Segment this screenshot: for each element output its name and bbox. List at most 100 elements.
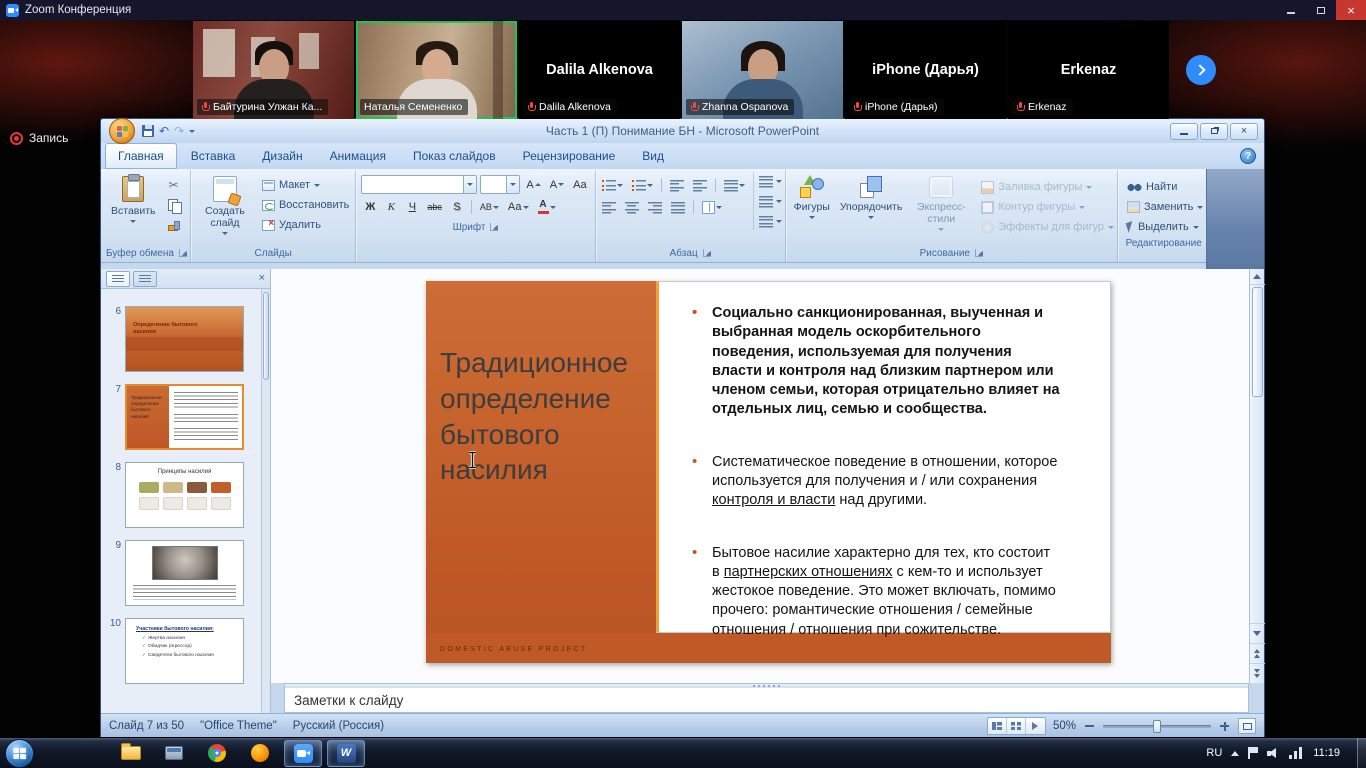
tab-outline[interactable]	[133, 271, 157, 287]
change-case-button[interactable]: Аа	[505, 198, 532, 216]
tab-view[interactable]: Вид	[629, 143, 677, 169]
zoom-slider-thumb[interactable]	[1153, 720, 1161, 733]
slide-sorter-button[interactable]	[1007, 718, 1026, 734]
reset-button[interactable]: Восстановить	[259, 196, 352, 214]
shape-effects-button[interactable]: Эффекты для фигур	[981, 218, 1114, 236]
character-spacing-button[interactable]: АВ	[477, 198, 502, 216]
select-button[interactable]: Выделить	[1124, 218, 1206, 236]
tab-design[interactable]: Дизайн	[249, 143, 315, 169]
cut-button[interactable]	[164, 176, 184, 194]
taskbar-zoom-active[interactable]	[284, 740, 322, 767]
participant-tile-active-speaker[interactable]: Наталья Семененко	[356, 21, 517, 119]
justify-button[interactable]	[668, 198, 688, 216]
undo-icon[interactable]: ↶	[159, 125, 169, 137]
volume-icon[interactable]	[1267, 747, 1280, 759]
align-left-button[interactable]	[599, 198, 619, 216]
thumbnail-slide-9[interactable]: 9	[105, 540, 256, 606]
network-icon[interactable]	[1289, 747, 1302, 759]
clear-formatting-button[interactable]: Аа	[570, 176, 590, 194]
help-icon[interactable]	[1240, 148, 1256, 164]
slideshow-button[interactable]	[1026, 718, 1045, 734]
scrollbar-thumb[interactable]	[1252, 287, 1263, 397]
arrange-button[interactable]: Упорядочить	[835, 172, 907, 221]
clock[interactable]: 11:19	[1313, 747, 1340, 759]
bullets-button[interactable]	[599, 176, 626, 194]
layout-button[interactable]: Макет	[259, 176, 352, 194]
line-spacing-button[interactable]	[721, 176, 748, 194]
close-panel-icon[interactable]: ×	[259, 273, 265, 284]
maximize-button[interactable]	[1306, 0, 1336, 20]
show-desktop-button[interactable]	[1357, 738, 1366, 768]
scrollbar-thumb[interactable]	[263, 292, 269, 380]
language-switcher[interactable]: RU	[1206, 747, 1222, 759]
grow-font-button[interactable]: А	[523, 176, 543, 194]
next-slide-button[interactable]	[1250, 663, 1265, 683]
fit-to-window-button[interactable]	[1238, 718, 1256, 734]
numbering-button[interactable]	[629, 176, 656, 194]
dialog-launcher-icon[interactable]	[179, 249, 187, 257]
close-button[interactable]: ×	[1230, 123, 1258, 140]
format-painter-button[interactable]	[164, 216, 184, 234]
font-size-select[interactable]	[480, 175, 520, 194]
tab-insert[interactable]: Вставка	[178, 143, 249, 169]
close-button[interactable]: ×	[1336, 0, 1366, 20]
taskbar-firefox[interactable]	[241, 740, 279, 767]
align-text-button[interactable]	[759, 192, 782, 210]
dialog-launcher-icon[interactable]	[975, 249, 983, 257]
shrink-font-button[interactable]: А	[547, 176, 567, 194]
text-direction-button[interactable]	[759, 172, 782, 190]
taskbar-word-active[interactable]: W	[327, 740, 365, 767]
office-button[interactable]	[109, 118, 135, 144]
replace-button[interactable]: Заменить	[1124, 198, 1206, 216]
align-center-button[interactable]	[622, 198, 642, 216]
action-center-icon[interactable]	[1248, 747, 1258, 759]
panel-scrollbar[interactable]	[261, 289, 270, 713]
notes-placeholder[interactable]: Заметки к слайду	[284, 688, 1249, 713]
participant-tile[interactable]: Dalila Alkenova Dalila Alkenova	[519, 21, 680, 119]
editor-scrollbar[interactable]	[1249, 269, 1264, 683]
taskbar-explorer[interactable]	[112, 740, 150, 767]
zoom-out-button[interactable]	[1083, 720, 1096, 733]
scroll-down-icon[interactable]	[1250, 623, 1265, 643]
minimize-button[interactable]	[1170, 123, 1198, 140]
language-indicator[interactable]: Русский (Россия)	[293, 720, 384, 732]
align-right-button[interactable]	[645, 198, 665, 216]
qat-dropdown-icon[interactable]	[189, 130, 195, 133]
participant-tile[interactable]: Байтурина Улжан Ка...	[193, 21, 354, 119]
taskbar-chrome[interactable]	[198, 740, 236, 767]
decrease-indent-button[interactable]	[667, 176, 687, 194]
participant-tile[interactable]: Zhanna Ospanova	[682, 21, 843, 119]
copy-button[interactable]	[164, 196, 184, 214]
scroll-up-icon[interactable]	[1250, 269, 1265, 285]
restore-button[interactable]	[1200, 123, 1228, 140]
shape-fill-button[interactable]: Заливка фигуры	[981, 178, 1114, 196]
tab-animation[interactable]: Анимация	[317, 143, 399, 169]
thumbnail-slide-8[interactable]: 8 Принципы насилия	[105, 462, 256, 528]
slide-content-placeholder[interactable]: Социально санкционированная, выученная и…	[656, 281, 1111, 633]
tab-review[interactable]: Рецензирование	[510, 143, 629, 169]
dialog-launcher-icon[interactable]	[490, 223, 498, 231]
new-slide-button[interactable]: Создать слайд	[194, 172, 256, 237]
tab-home[interactable]: Главная	[105, 143, 177, 169]
previous-slide-button[interactable]	[1250, 643, 1265, 663]
font-color-button[interactable]: А	[535, 198, 559, 216]
quick-styles-button[interactable]: Экспресс-стили	[907, 172, 975, 233]
convert-smartart-button[interactable]	[759, 212, 782, 230]
slide-canvas[interactable]: Социально санкционированная, выученная и…	[426, 281, 1111, 663]
participant-tile[interactable]: Erkenaz Erkenaz	[1008, 21, 1169, 119]
bold-button[interactable]: Ж	[361, 198, 379, 216]
zoom-slider[interactable]	[1103, 725, 1211, 728]
zoom-in-button[interactable]	[1218, 720, 1231, 733]
tab-slideshow[interactable]: Показ слайдов	[400, 143, 509, 169]
dialog-launcher-icon[interactable]	[703, 249, 711, 257]
text-shadow-button[interactable]: S	[448, 198, 466, 216]
notes-area[interactable]: Заметки к слайду	[284, 683, 1249, 713]
normal-view-button[interactable]	[988, 718, 1007, 734]
minimize-button[interactable]	[1276, 0, 1306, 20]
start-button[interactable]	[5, 739, 34, 768]
zoom-level[interactable]: 50%	[1053, 720, 1076, 732]
taskbar-app-window[interactable]	[155, 740, 193, 767]
strikethrough-button[interactable]: abc	[424, 198, 445, 216]
tab-slides-thumbnails[interactable]	[106, 271, 130, 287]
save-icon[interactable]	[142, 125, 154, 137]
